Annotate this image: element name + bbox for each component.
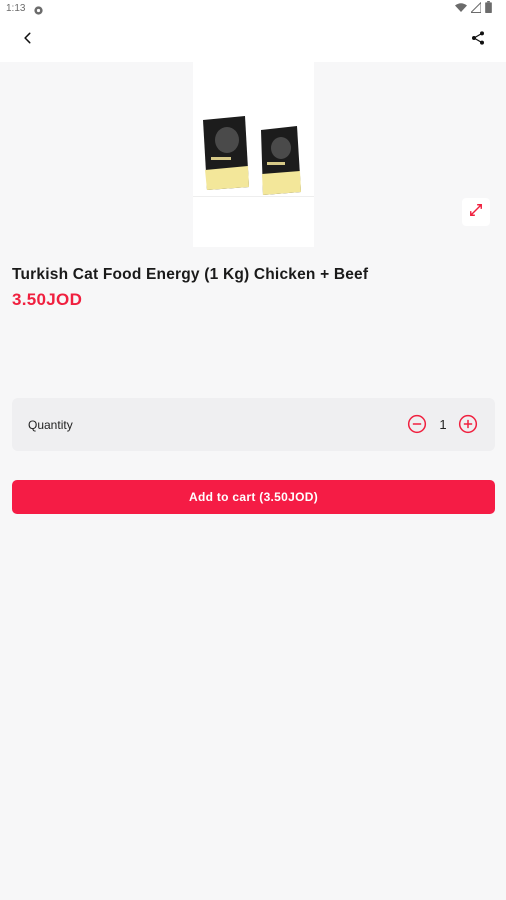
product-title: Turkish Cat Food Energy (1 Kg) Chicken +…	[12, 266, 369, 283]
quantity-selector: Quantity 1	[12, 398, 495, 451]
cat-food-bag-large-icon	[203, 116, 249, 190]
expand-icon	[469, 203, 483, 222]
cat-food-bag-small-icon	[261, 126, 301, 195]
back-button[interactable]	[16, 28, 40, 52]
expand-image-button[interactable]	[462, 198, 490, 226]
battery-icon	[485, 0, 492, 18]
product-price: 3.50JOD	[12, 290, 83, 309]
product-image-area	[0, 62, 506, 248]
share-icon	[470, 30, 486, 51]
status-bar: 1:13	[0, 0, 506, 18]
quantity-value: 1	[439, 417, 447, 432]
minus-circle-icon	[407, 414, 427, 434]
quantity-increase-button[interactable]	[458, 414, 478, 434]
quantity-label: Quantity	[28, 418, 73, 432]
settings-gear-icon	[33, 3, 44, 15]
share-button[interactable]	[466, 28, 490, 52]
plus-circle-icon	[458, 414, 478, 434]
app-bar	[0, 18, 506, 62]
product-image[interactable]	[193, 62, 314, 247]
chevron-left-icon	[21, 31, 35, 50]
wifi-icon	[455, 0, 467, 18]
add-to-cart-button[interactable]: Add to cart (3.50JOD)	[12, 480, 495, 514]
signal-icon	[469, 0, 482, 18]
status-icons	[455, 0, 492, 18]
quantity-decrease-button[interactable]	[407, 414, 427, 434]
status-time: 1:13	[6, 3, 26, 14]
